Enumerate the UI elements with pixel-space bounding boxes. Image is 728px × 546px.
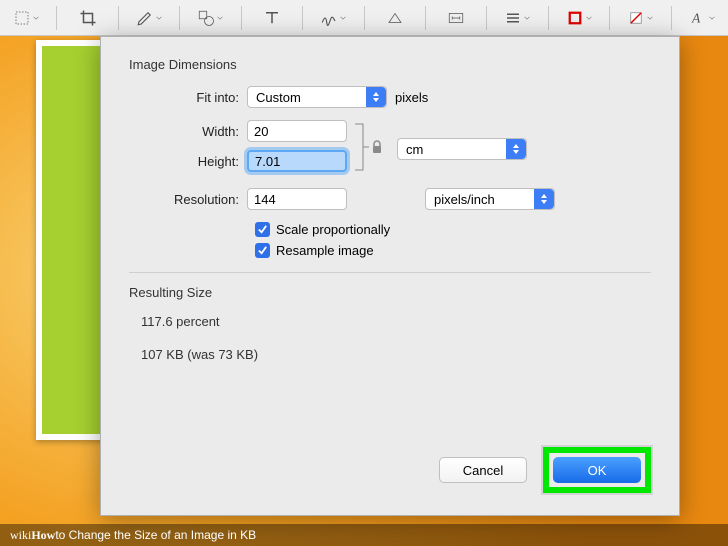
width-input[interactable] [247,120,347,142]
crop-tool[interactable] [65,4,109,32]
resolution-label: Resolution: [129,192,247,207]
resolution-unit-select[interactable]: pixels/inch [425,188,555,210]
resolution-input[interactable] [247,188,347,210]
shapes-tool[interactable] [188,4,232,32]
aspect-lock-bracket [353,120,369,174]
line-weight-tool[interactable] [495,4,539,32]
caption-bar: wikiHow to Change the Size of an Image i… [0,524,728,546]
dropdown-arrows-icon [506,139,526,159]
dropdown-arrows-icon [534,189,554,209]
text-tool[interactable] [250,4,294,32]
brand-how: How [31,528,55,543]
fit-into-select[interactable]: Custom [247,86,387,108]
background-document [36,40,106,440]
height-label: Height: [129,154,247,169]
ok-button[interactable]: OK [553,457,641,483]
dropdown-arrows-icon [366,87,386,107]
scale-proportionally-checkbox[interactable] [255,222,270,237]
resulting-percent: 117.6 percent [141,314,651,329]
signature-tool[interactable] [311,4,355,32]
image-dimensions-heading: Image Dimensions [129,57,651,72]
toolbar: A [0,0,728,36]
cancel-button[interactable]: Cancel [439,457,527,483]
lock-icon [371,140,383,154]
brand-wiki: wiki [10,528,31,543]
fit-into-unit: pixels [395,90,428,105]
pen-tool[interactable] [127,4,171,32]
adjust-size-tool[interactable] [434,4,478,32]
resolution-unit-value: pixels/inch [434,192,495,207]
image-dimensions-dialog: Image Dimensions Fit into: Custom pixels… [100,36,680,516]
resample-image-label: Resample image [276,243,374,258]
caption-title: to Change the Size of an Image in KB [55,528,256,542]
resulting-filesize: 107 KB (was 73 KB) [141,347,651,362]
height-input[interactable] [247,150,347,172]
stroke-color-tool[interactable] [557,4,601,32]
selection-tool[interactable] [4,4,48,32]
adjust-color-tool[interactable] [372,4,416,32]
scale-proportionally-label: Scale proportionally [276,222,390,237]
dimension-unit-select[interactable]: cm [397,138,527,160]
fit-into-value: Custom [256,90,301,105]
fill-color-tool[interactable] [618,4,662,32]
font-tool[interactable]: A [679,4,723,32]
ok-highlight: OK [543,447,651,493]
resulting-size-heading: Resulting Size [129,285,651,300]
width-label: Width: [129,124,247,139]
divider [129,272,651,273]
resample-image-checkbox[interactable] [255,243,270,258]
svg-text:A: A [691,10,701,25]
fit-into-label: Fit into: [129,90,247,105]
dimension-unit-value: cm [406,142,423,157]
